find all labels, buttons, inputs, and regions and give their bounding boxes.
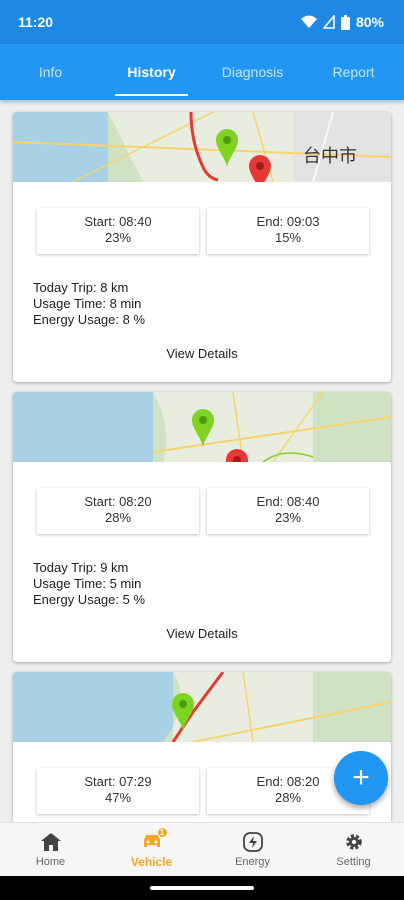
start-stat: Start: 08:40 23% [37,208,199,254]
end-stat: End: 08:40 23% [207,488,369,534]
trip-usage-time: Usage Time: 8 min [33,296,142,311]
trip-energy-usage: Energy Usage: 8 % [33,312,146,327]
start-stat: Start: 07:29 47% [37,768,199,814]
nav-home[interactable]: Home [0,823,101,876]
battery-stats: Start: 08:40 23% End: 09:03 15% [13,182,391,262]
end-time: End: 08:40 [256,494,320,509]
start-battery: 28% [104,510,132,525]
tab-history[interactable]: History [101,44,202,100]
home-icon [40,831,62,853]
start-pin-icon [192,409,214,448]
start-pin-icon [216,129,238,168]
nav-setting[interactable]: Setting [303,823,404,876]
nav-energy-label: Energy [235,856,270,868]
gear-icon [343,831,365,853]
vehicle-badge: 1 [156,827,168,838]
trip-map[interactable]: 台中市 [13,112,391,182]
trip-card: 台中市 Start: 08:40 23% End: 09:03 15% Toda… [13,112,391,382]
status-bar: 11:20 80% [0,0,404,44]
nav-setting-label: Setting [336,856,371,868]
start-time: Start: 08:20 [84,494,152,509]
start-battery: 47% [104,790,132,805]
trip-distance: Today Trip: 9 km [33,560,129,575]
add-trip-button[interactable]: + [334,751,388,805]
view-details-button[interactable]: View Details [13,346,391,361]
nav-home-label: Home [35,856,66,868]
end-battery: 23% [274,510,302,525]
energy-icon [242,831,264,853]
nav-vehicle-label: Vehicle [130,855,173,869]
trip-map[interactable] [13,392,391,462]
trip-summary: Today Trip: 8 km Usage Time: 8 min Energ… [33,280,145,328]
tab-diagnosis[interactable]: Diagnosis [202,44,303,100]
start-time: Start: 08:40 [84,214,152,229]
end-battery: 15% [274,230,302,245]
signal-icon [322,15,335,29]
battery-icon [340,14,350,30]
view-details-button[interactable]: View Details [13,626,391,641]
status-time: 11:20 [18,14,54,30]
tab-report[interactable]: Report [303,44,404,100]
start-stat: Start: 08:20 28% [37,488,199,534]
trip-card: Start: 07:29 47% End: 08:20 28% [13,672,391,822]
end-stat: End: 09:03 15% [207,208,369,254]
start-pin-icon [172,693,194,732]
battery-percent: 80% [355,14,384,30]
bottom-navigation: Home 1 Vehicle Energy Setting [0,822,404,876]
trip-distance: Today Trip: 8 km [33,280,129,295]
end-time: End: 09:03 [256,214,320,229]
nav-vehicle[interactable]: 1 Vehicle [101,823,202,876]
trip-history-list[interactable]: 台中市 Start: 08:40 23% End: 09:03 15% Toda… [0,100,404,822]
start-battery: 23% [104,230,132,245]
wifi-icon [300,15,317,28]
trip-summary: Today Trip: 9 km Usage Time: 5 min Energ… [33,560,145,608]
home-gesture-pill[interactable] [150,886,254,890]
trip-card: Start: 08:20 28% End: 08:40 23% Today Tr… [13,392,391,662]
battery-stats: Start: 08:20 28% End: 08:40 23% [13,462,391,542]
trip-map[interactable] [13,672,391,742]
top-tab-bar: Info History Diagnosis Report [0,44,404,100]
trip-energy-usage: Energy Usage: 5 % [33,592,146,607]
start-time: Start: 07:29 [84,774,152,789]
status-icons: 80% [300,14,384,30]
tab-info[interactable]: Info [0,44,101,100]
map-city-label: 台中市 [303,146,357,166]
system-navigation-bar [0,876,404,900]
trip-usage-time: Usage Time: 5 min [33,576,142,591]
vehicle-icon: 1 [141,827,168,852]
nav-energy[interactable]: Energy [202,823,303,876]
